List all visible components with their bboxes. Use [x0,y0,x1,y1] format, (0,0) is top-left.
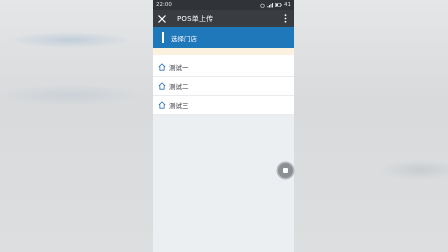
phone-screen: 22:00 41 POS单上传 选择门店 测试一 测试二 测试三 [153,0,294,252]
store-name: 测试二 [169,83,189,91]
store-list: 测试一 测试二 测试三 [153,58,294,115]
store-name: 测试一 [169,64,189,72]
select-store-header: 选择门店 [153,27,294,48]
alarm-icon [260,3,265,8]
more-menu-button[interactable] [280,10,290,27]
home-icon [158,63,167,72]
more-vertical-icon [284,14,286,23]
status-icons: 41 [260,2,291,8]
status-time: 22:00 [156,2,172,8]
notice-strip [153,48,294,55]
floating-stop-button[interactable] [278,163,293,178]
battery-icon [275,3,282,7]
store-name: 测试三 [169,102,189,110]
home-icon [158,82,167,91]
home-icon [158,101,167,110]
select-store-label: 选择门店 [171,34,197,43]
battery-level: 41 [284,2,291,8]
store-item-2[interactable]: 测试二 [153,77,294,96]
signal-icon [267,2,273,7]
close-button[interactable] [153,10,171,27]
store-item-1[interactable]: 测试一 [153,58,294,77]
page-title: POS单上传 [177,14,214,23]
header-accent-bar [162,32,164,43]
store-item-3[interactable]: 测试三 [153,96,294,115]
app-bar: POS单上传 [153,10,294,27]
status-bar: 22:00 41 [153,0,294,10]
close-icon [158,14,166,23]
stop-icon [283,168,288,173]
